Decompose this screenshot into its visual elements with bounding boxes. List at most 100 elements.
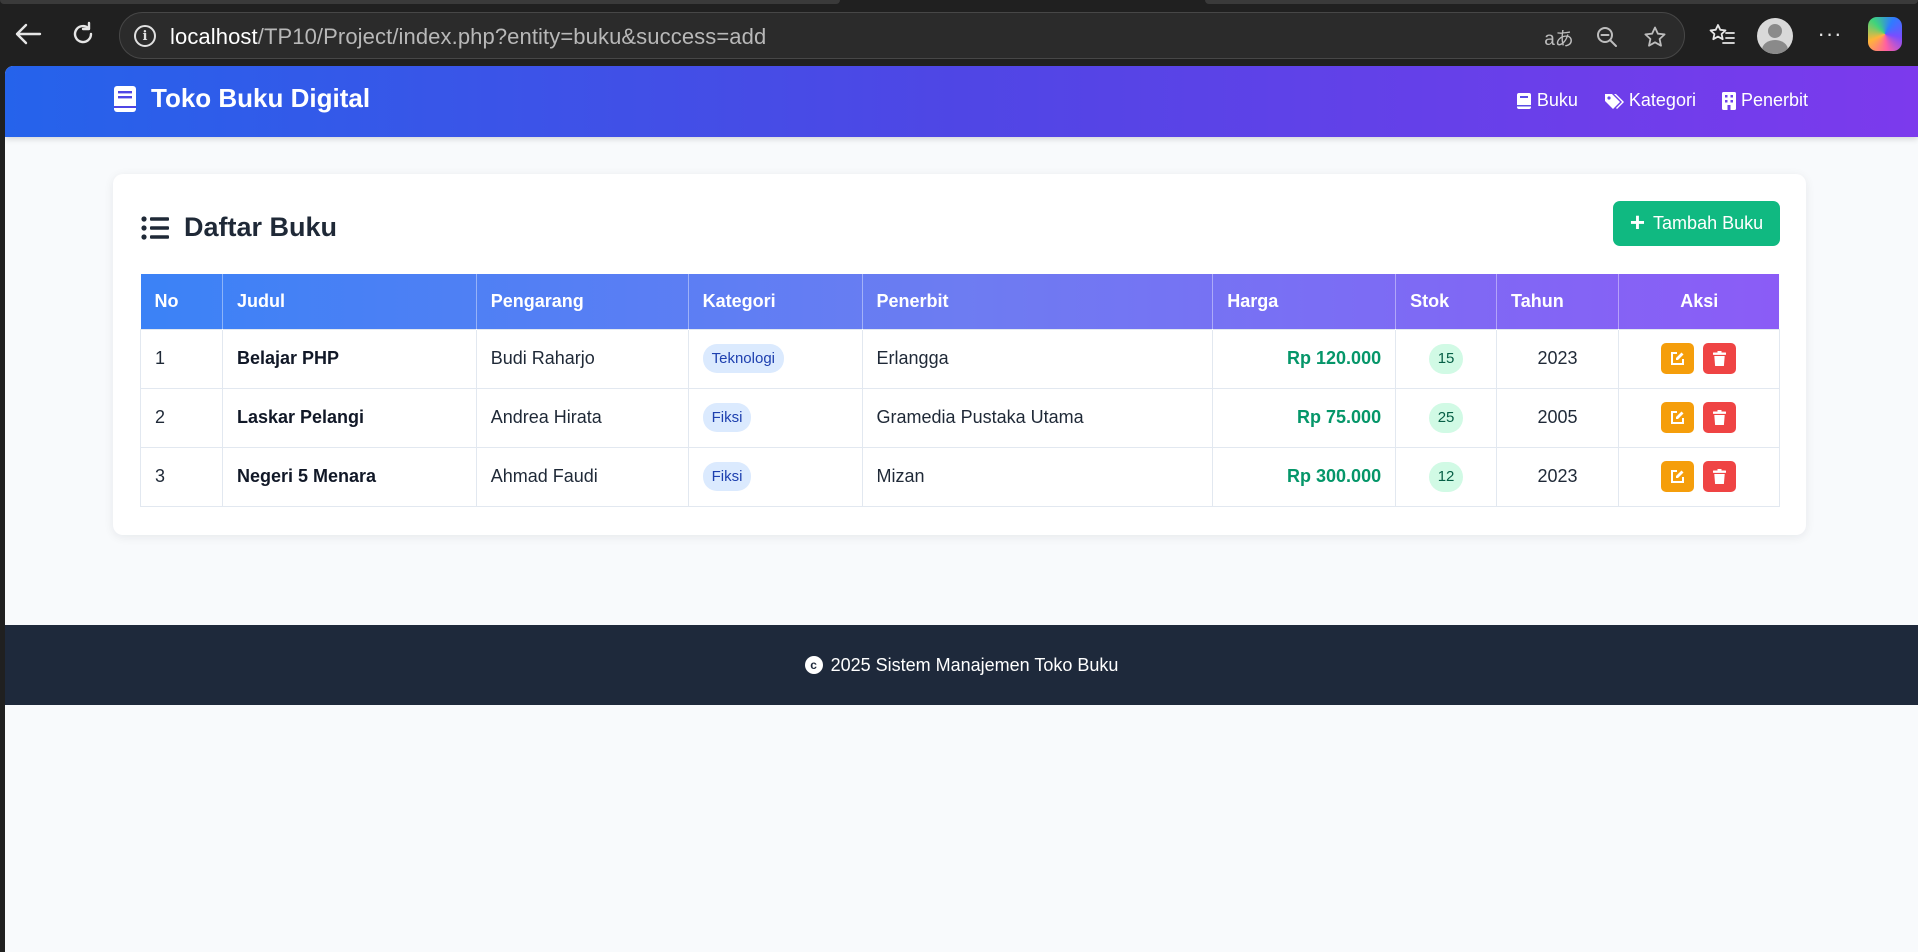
cell-stok: 25	[1395, 387, 1498, 448]
table-header-row: No Judul Pengarang Kategori Penerbit Har…	[140, 274, 1780, 329]
add-book-label: Tambah Buku	[1653, 213, 1764, 233]
book-icon	[114, 85, 136, 112]
trash-icon	[1713, 410, 1727, 425]
cell-pengarang: Budi Raharjo	[475, 328, 689, 389]
url-host: localhost	[170, 24, 258, 49]
page-footer: c 2025 Sistem Manajemen Toko Buku	[5, 625, 1918, 705]
nav-link-buku[interactable]: Buku	[1516, 90, 1578, 111]
tags-icon	[1604, 93, 1624, 109]
category-badge: Fiksi	[702, 462, 752, 491]
cell-penerbit: Mizan	[861, 446, 1214, 507]
column-header-harga[interactable]: Harga	[1212, 274, 1397, 329]
edit-button[interactable]	[1661, 343, 1695, 374]
column-header-tahun[interactable]: Tahun	[1496, 274, 1619, 329]
cell-kategori: Teknologi	[687, 328, 863, 389]
cell-judul: Belajar PHP	[221, 328, 477, 389]
read-aloud-icon[interactable]: aあ	[1544, 22, 1574, 52]
cell-kategori: Fiksi	[687, 387, 863, 448]
browser-toolbar: i localhost/TP10/Project/index.php?entit…	[0, 0, 1918, 66]
card-header: Daftar Buku	[141, 212, 337, 243]
stock-badge: 15	[1429, 343, 1464, 374]
cell-harga: Rp 300.000	[1212, 446, 1397, 507]
delete-button[interactable]	[1703, 461, 1737, 492]
cell-judul: Negeri 5 Menara	[221, 446, 477, 507]
table-row: 3 Negeri 5 Menara Ahmad Faudi Fiksi Miza…	[140, 446, 1781, 507]
category-badge: Fiksi	[702, 403, 752, 432]
building-icon	[1721, 91, 1736, 110]
nav-link-kategori[interactable]: Kategori	[1604, 90, 1696, 111]
arrow-left-icon	[15, 23, 42, 45]
page-viewport: Toko Buku Digital Buku Kategori Penerbit…	[5, 66, 1918, 952]
main-nav: Buku Kategori Penerbit	[1516, 90, 1808, 111]
cell-kategori: Fiksi	[687, 446, 863, 507]
tab[interactable]	[0, 0, 840, 4]
column-header-judul[interactable]: Judul	[222, 274, 477, 329]
favorites-icon[interactable]	[1705, 17, 1739, 51]
cell-penerbit: Gramedia Pustaka Utama	[861, 387, 1214, 448]
url-path: /TP10/Project/index.php?entity=buku&succ…	[257, 24, 767, 49]
cell-harga: Rp 120.000	[1212, 328, 1397, 389]
cell-tahun: 2005	[1496, 387, 1619, 448]
brand[interactable]: Toko Buku Digital	[113, 83, 370, 114]
delete-button[interactable]	[1703, 343, 1737, 374]
copyright-icon: c	[804, 656, 823, 674]
cell-no: 1	[140, 328, 223, 389]
app-header: Toko Buku Digital Buku Kategori Penerbit	[5, 66, 1918, 137]
cell-pengarang: Ahmad Faudi	[475, 446, 689, 507]
cell-no: 3	[140, 446, 223, 507]
edit-icon	[1671, 352, 1685, 365]
cell-stok: 12	[1395, 446, 1498, 507]
edit-button[interactable]	[1661, 461, 1695, 492]
brand-title: Toko Buku Digital	[151, 83, 371, 113]
edit-button[interactable]	[1661, 402, 1695, 433]
cell-stok: 15	[1395, 328, 1498, 389]
page-title: Daftar Buku	[184, 212, 338, 242]
more-menu-icon[interactable]: ···	[1813, 17, 1847, 51]
plus-icon: +	[1629, 207, 1646, 237]
cell-aksi	[1617, 387, 1781, 448]
nav-label: Buku	[1536, 90, 1578, 110]
nav-label: Penerbit	[1740, 90, 1808, 110]
column-header-no[interactable]: No	[140, 274, 223, 329]
edit-icon	[1671, 470, 1685, 483]
site-info-icon[interactable]: i	[134, 25, 156, 47]
list-icon	[141, 215, 169, 240]
delete-button[interactable]	[1703, 402, 1737, 433]
book-icon	[1516, 92, 1531, 109]
cell-no: 2	[140, 387, 223, 448]
stock-badge: 12	[1429, 461, 1464, 492]
trash-icon	[1713, 469, 1727, 484]
column-header-stok[interactable]: Stok	[1395, 274, 1498, 329]
edit-icon	[1671, 411, 1685, 424]
footer-text: 2025 Sistem Manajemen Toko Buku	[830, 654, 1119, 675]
reload-icon	[73, 21, 93, 44]
cell-aksi	[1617, 328, 1781, 389]
column-header-pengarang[interactable]: Pengarang	[476, 274, 689, 329]
table-row: 2 Laskar Pelangi Andrea Hirata Fiksi Gra…	[140, 387, 1781, 448]
cell-tahun: 2023	[1496, 446, 1619, 507]
column-header-kategori[interactable]: Kategori	[688, 274, 863, 329]
table-row: 1 Belajar PHP Budi Raharjo Teknologi Erl…	[140, 328, 1781, 389]
cell-harga: Rp 75.000	[1212, 387, 1397, 448]
back-button[interactable]	[11, 17, 45, 51]
profile-avatar[interactable]	[1757, 18, 1793, 54]
favorite-star-icon[interactable]	[1640, 22, 1670, 52]
copilot-icon[interactable]	[1868, 17, 1902, 51]
add-book-button[interactable]: + Tambah Buku	[1613, 201, 1780, 246]
tab[interactable]	[1205, 0, 1918, 4]
zoom-icon[interactable]	[1592, 22, 1622, 52]
books-table: No Judul Pengarang Kategori Penerbit Har…	[140, 274, 1781, 507]
cell-aksi	[1617, 446, 1781, 507]
cell-pengarang: Andrea Hirata	[475, 387, 689, 448]
stock-badge: 25	[1429, 402, 1464, 433]
column-header-penerbit[interactable]: Penerbit	[862, 274, 1214, 329]
cell-judul: Laskar Pelangi	[221, 387, 477, 448]
cell-tahun: 2023	[1496, 328, 1619, 389]
nav-link-penerbit[interactable]: Penerbit	[1721, 90, 1808, 111]
address-url[interactable]: localhost/TP10/Project/index.php?entity=…	[170, 24, 766, 50]
nav-label: Kategori	[1628, 90, 1696, 110]
reload-button[interactable]	[66, 17, 100, 51]
tab-strip	[0, 0, 1918, 5]
cell-penerbit: Erlangga	[861, 328, 1214, 389]
address-bar[interactable]: i localhost/TP10/Project/index.php?entit…	[119, 12, 1685, 59]
